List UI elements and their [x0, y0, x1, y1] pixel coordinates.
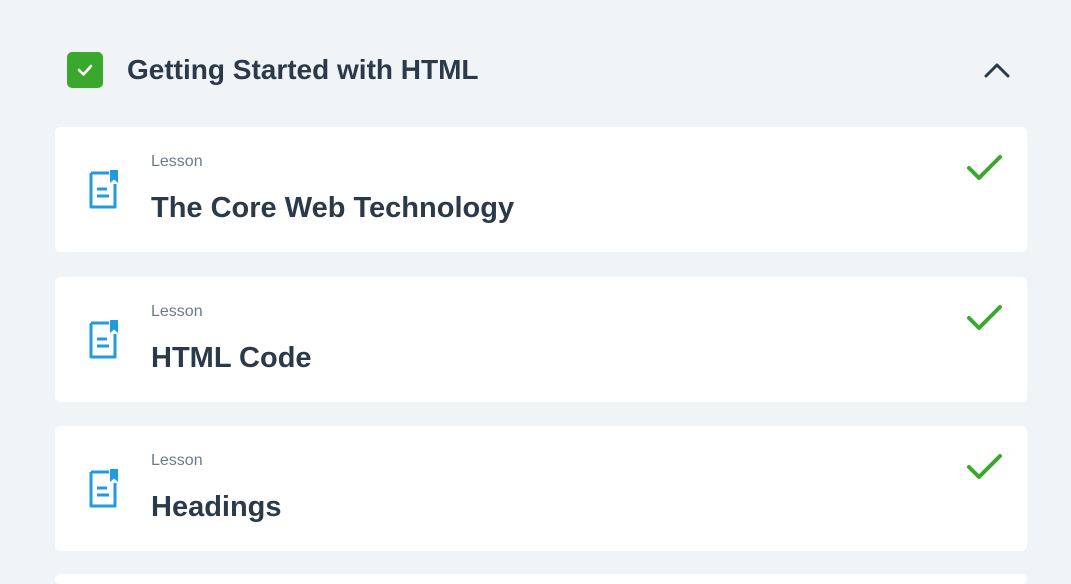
- lesson-card[interactable]: Lesson HTML Code: [55, 277, 1027, 402]
- checkmark-icon: [967, 305, 1002, 330]
- next-lesson-card-edge: [55, 574, 1027, 584]
- collapse-section-button[interactable]: [980, 54, 1014, 86]
- section-complete-checkbox[interactable]: [67, 52, 103, 88]
- section-title[interactable]: Getting Started with HTML: [127, 52, 479, 88]
- lesson-title: HTML Code: [151, 342, 312, 374]
- chevron-up-icon: [984, 63, 1010, 78]
- document-bookmark-icon: [89, 320, 118, 359]
- lesson-type-label: Lesson: [151, 153, 203, 170]
- lesson-type-label: Lesson: [151, 303, 203, 320]
- lesson-type-label: Lesson: [151, 452, 203, 469]
- checkmark-icon: [967, 155, 1002, 180]
- document-bookmark-icon: [89, 170, 118, 209]
- lesson-title: The Core Web Technology: [151, 192, 515, 224]
- lesson-title: Headings: [151, 491, 282, 523]
- checkmark-icon: [77, 64, 93, 76]
- lesson-card[interactable]: Lesson Headings: [55, 426, 1027, 551]
- document-bookmark-icon: [89, 469, 118, 508]
- checkmark-icon: [967, 454, 1002, 479]
- section-header: Getting Started with HTML: [55, 40, 1027, 100]
- lesson-card[interactable]: Lesson The Core Web Technology: [55, 127, 1027, 252]
